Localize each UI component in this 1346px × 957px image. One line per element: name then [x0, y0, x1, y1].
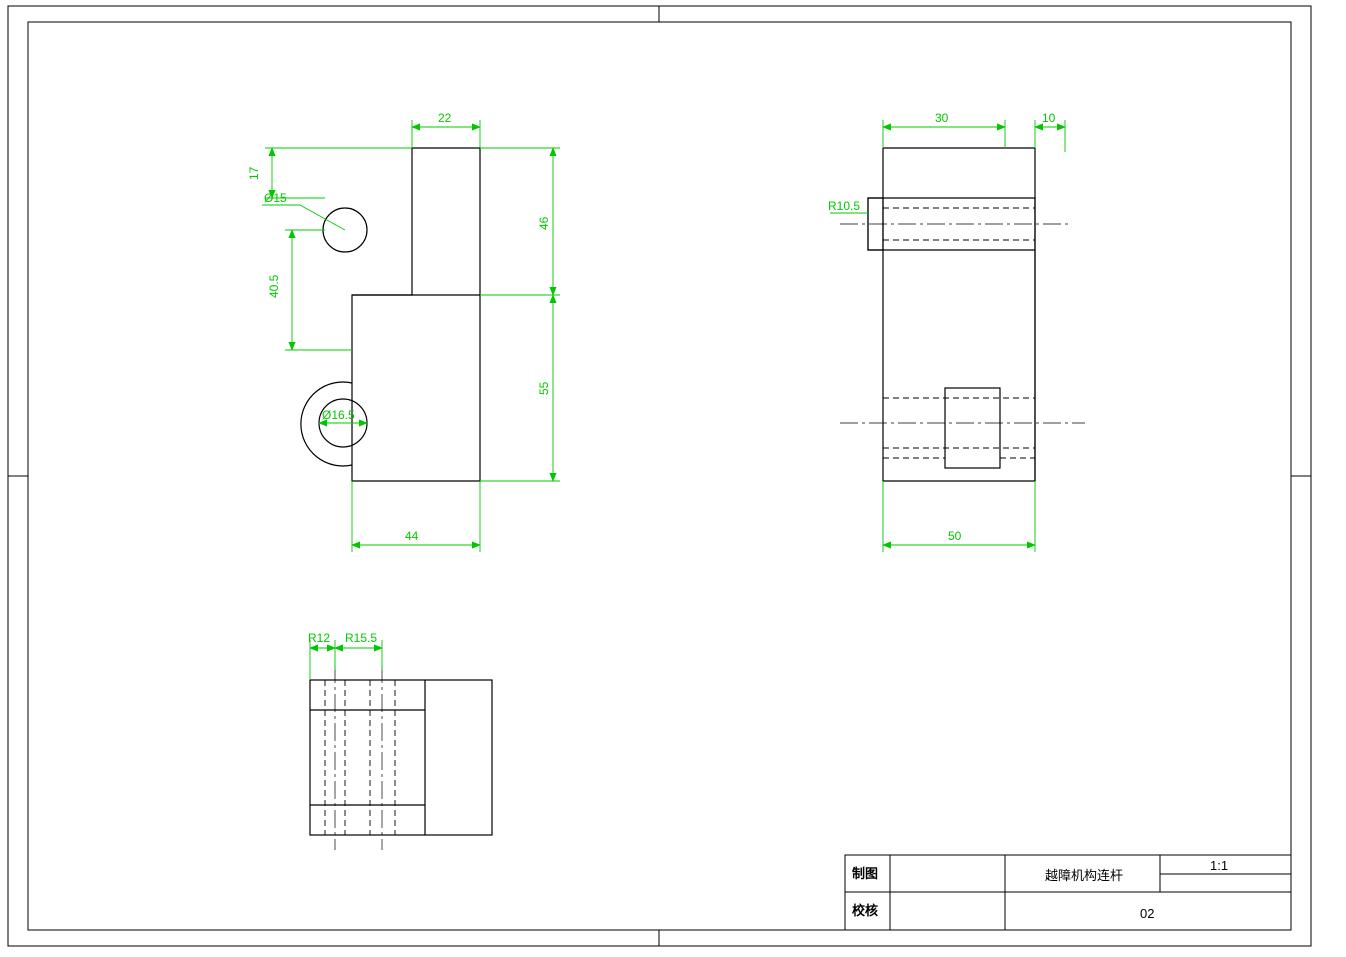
dim-r10-5: R10.5: [828, 199, 860, 213]
dim-r15-5: R15.5: [345, 631, 377, 645]
dim-55: 55: [537, 381, 551, 395]
front-view: 22 17 Ø15 40.5 Ø16.5 46 55 44: [247, 111, 560, 552]
dim-phi15: Ø15: [264, 191, 287, 205]
centering-marks: [8, 6, 1311, 946]
drawing-canvas: 22 17 Ø15 40.5 Ø16.5 46 55 44 30 10 R10.…: [0, 0, 1346, 957]
tb-sheet: 02: [1140, 906, 1154, 921]
tb-title: 越障机构连杆: [1045, 868, 1123, 883]
dim-30: 30: [935, 111, 949, 125]
dim-17: 17: [247, 166, 261, 180]
title-block: 制图 校核 越障机构连杆 1:1 02: [845, 855, 1291, 930]
dim-50: 50: [948, 529, 962, 543]
outer-border: [8, 6, 1311, 946]
dim-44: 44: [405, 529, 419, 543]
top-view: R12 R15.5: [308, 631, 492, 850]
dim-40-5: 40.5: [267, 274, 281, 298]
tb-row1-label: 制图: [852, 866, 878, 881]
tb-scale: 1:1: [1210, 858, 1228, 873]
tb-row2-label: 校核: [852, 903, 878, 918]
side-view: 30 10 R10.5 50: [828, 111, 1085, 552]
dim-phi16-5: Ø16.5: [322, 408, 355, 422]
dim-22: 22: [438, 111, 452, 125]
inner-border: [28, 22, 1291, 930]
dim-r12: R12: [308, 631, 330, 645]
dim-46: 46: [537, 216, 551, 230]
dim-10: 10: [1042, 111, 1056, 125]
